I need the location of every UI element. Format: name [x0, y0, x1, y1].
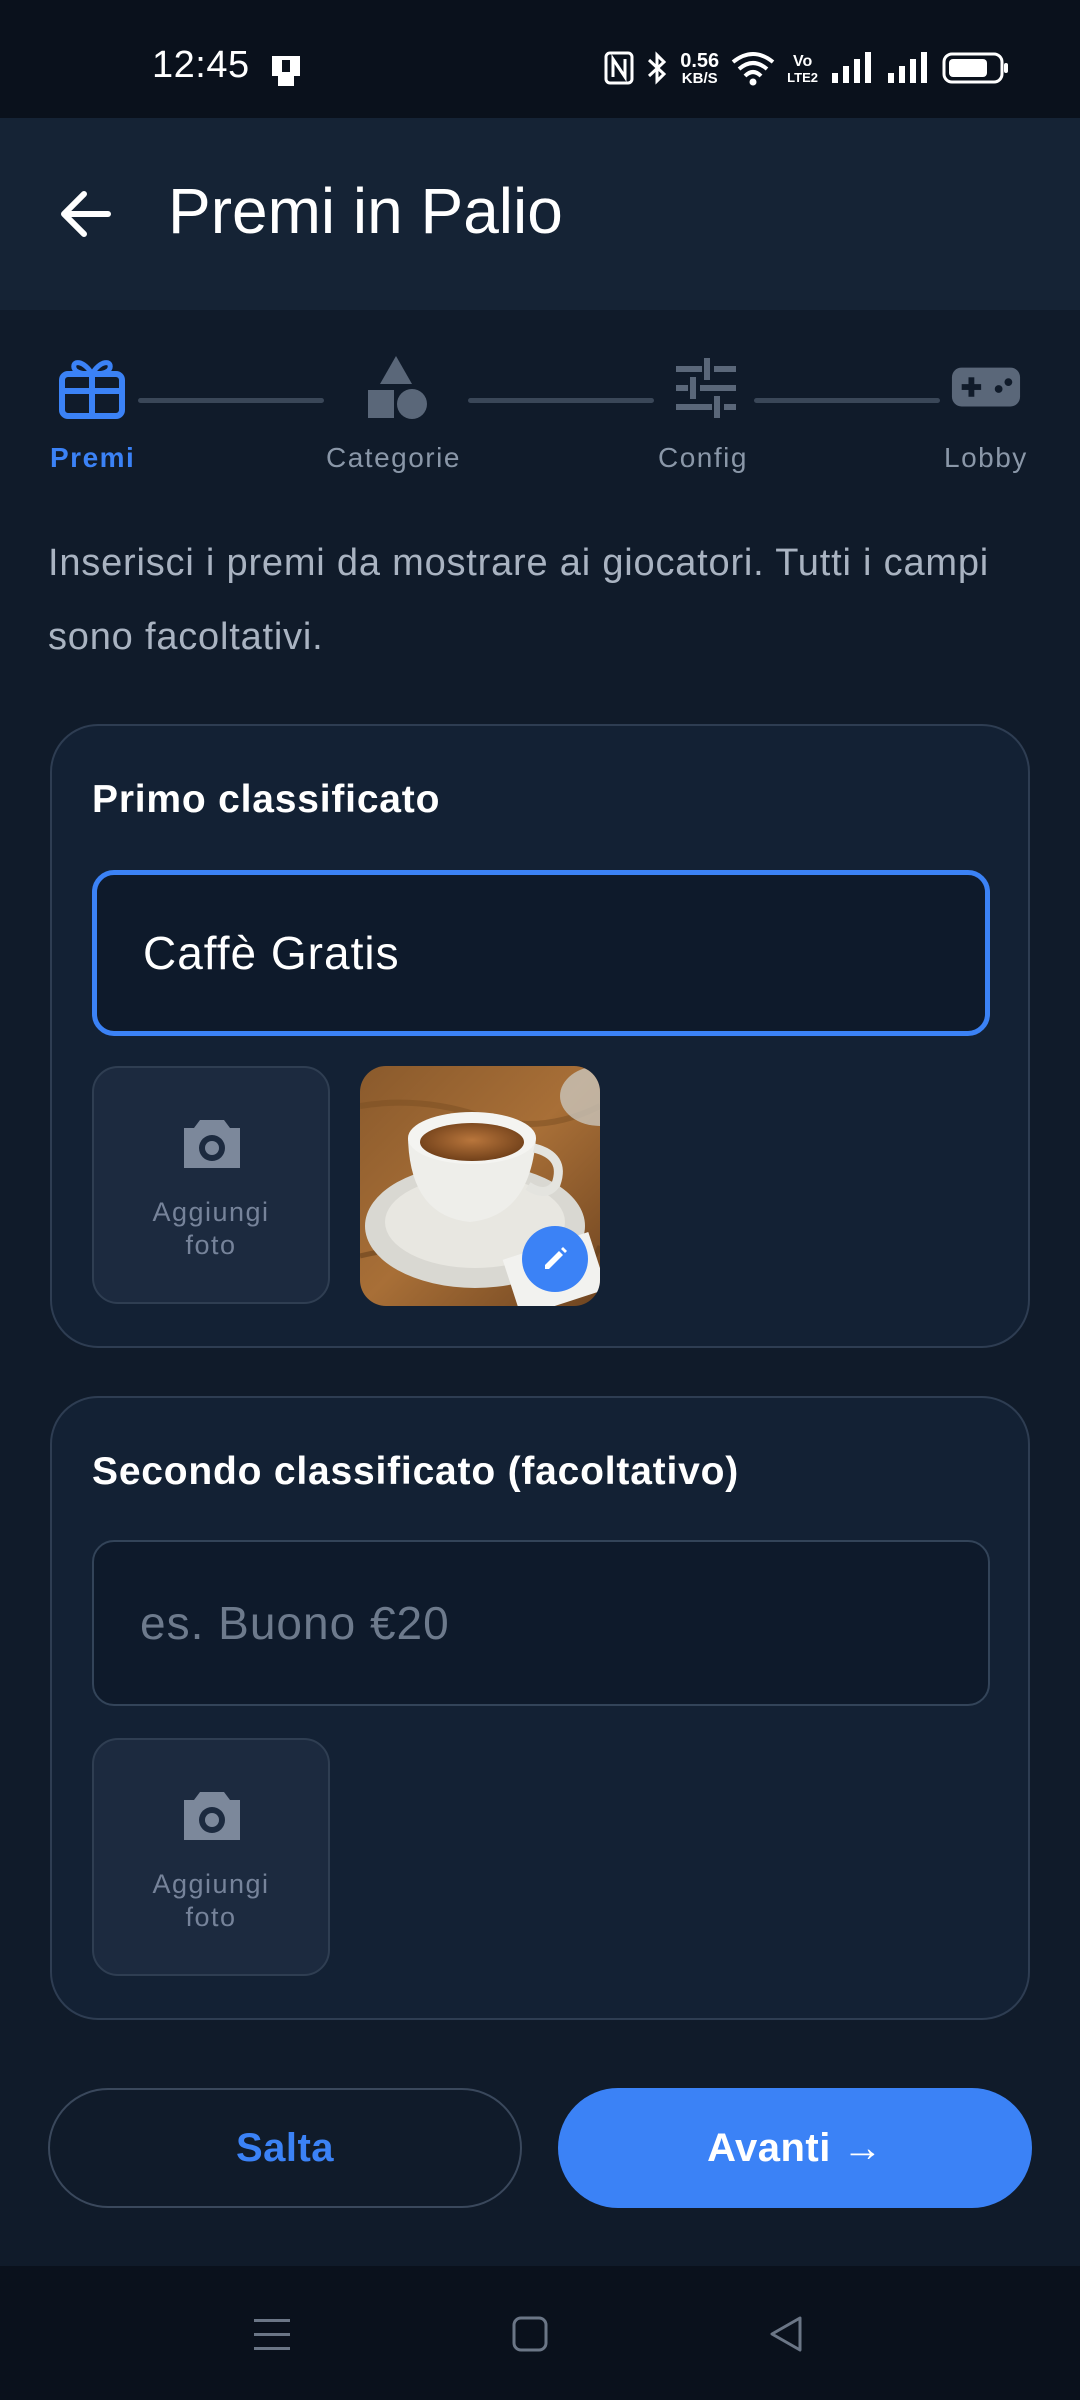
first-prize-value: Caffè Gratis [143, 927, 400, 979]
step-premi[interactable] [56, 352, 128, 424]
page-title: Premi in Palio [168, 175, 563, 247]
pencil-icon [545, 1247, 567, 1269]
step-connector [138, 398, 324, 403]
back-nav-button[interactable] [760, 2308, 812, 2360]
skip-button[interactable]: Salta [48, 2088, 522, 2208]
stepper: Premi Categorie Config Lobby [0, 340, 1080, 490]
step-label-premi: Premi [50, 442, 136, 473]
menu-icon [254, 2319, 290, 2350]
first-prize-input[interactable]: Caffè Gratis [92, 870, 990, 1036]
volte-top: Vo [792, 53, 813, 70]
signal-icon [830, 51, 874, 90]
recents-button[interactable] [246, 2308, 298, 2360]
shapes-icon [368, 356, 427, 419]
net-speed-value: 0.56 [680, 50, 720, 72]
step-lobby[interactable] [950, 352, 1022, 424]
gamepad-icon [951, 367, 1021, 407]
first-prize-card: Primo classificato Caffè Gratis Aggiungi… [50, 724, 1030, 1348]
second-prize-placeholder: es. Buono €20 [140, 1597, 450, 1649]
volte-icon: Vo LTE2 [787, 54, 818, 86]
status-bar: 12:45 0.56 KB/S Vo LTE2 [0, 0, 1080, 118]
sim-card-icon [268, 52, 304, 95]
step-label-categorie: Categorie [326, 442, 461, 473]
gift-icon [59, 360, 125, 419]
square-icon [512, 2316, 548, 2352]
back-button[interactable] [48, 178, 120, 250]
add-photo-label: Aggiungi foto [94, 1196, 328, 1262]
add-photo-label-line2: foto [185, 1902, 237, 1932]
camera-icon [184, 1792, 240, 1840]
next-button[interactable]: Avanti → [558, 2088, 1032, 2208]
wifi-icon [731, 50, 775, 91]
step-connector [754, 398, 940, 403]
home-button[interactable] [504, 2308, 556, 2360]
signal-icon [886, 51, 930, 90]
net-speed: 0.56 KB/S [680, 50, 720, 87]
step-label-config: Config [658, 442, 748, 473]
first-prize-photo[interactable] [360, 1066, 600, 1306]
first-prize-title: Primo classificato [92, 778, 441, 821]
second-prize-add-photo-button[interactable]: Aggiungi foto [92, 1738, 330, 1976]
second-prize-input[interactable]: es. Buono €20 [92, 1540, 990, 1706]
first-prize-add-photo-button[interactable]: Aggiungi foto [92, 1066, 330, 1304]
step-connector [468, 398, 654, 403]
volte-bottom: LTE2 [787, 70, 818, 85]
edit-photo-button[interactable] [522, 1226, 588, 1292]
system-nav-bar [0, 2266, 1080, 2400]
add-photo-label-line2: foto [185, 1230, 237, 1260]
camera-icon [184, 1120, 240, 1168]
back-arrow-icon [61, 191, 111, 237]
status-icons: 0.56 KB/S Vo LTE2 [604, 48, 1010, 92]
step-categorie[interactable] [360, 352, 432, 424]
add-photo-label-line1: Aggiungi [152, 1197, 270, 1227]
intro-text: Inserisci i premi da mostrare ai giocato… [48, 542, 990, 658]
status-time: 12:45 [152, 44, 250, 86]
second-prize-title: Secondo classificato (facoltativo) [92, 1450, 740, 1493]
triangle-back-icon [770, 2316, 802, 2352]
battery-icon [942, 51, 1010, 90]
add-photo-label: Aggiungi foto [94, 1868, 328, 1934]
bluetooth-icon [646, 50, 668, 91]
second-prize-card: Secondo classificato (facoltativo) es. B… [50, 1396, 1030, 2020]
net-speed-unit: KB/S [681, 70, 718, 87]
step-label-lobby: Lobby [944, 442, 1028, 473]
sliders-icon [676, 358, 736, 418]
nfc-icon [604, 51, 634, 90]
add-photo-label-line1: Aggiungi [152, 1869, 270, 1899]
step-config[interactable] [670, 352, 742, 424]
